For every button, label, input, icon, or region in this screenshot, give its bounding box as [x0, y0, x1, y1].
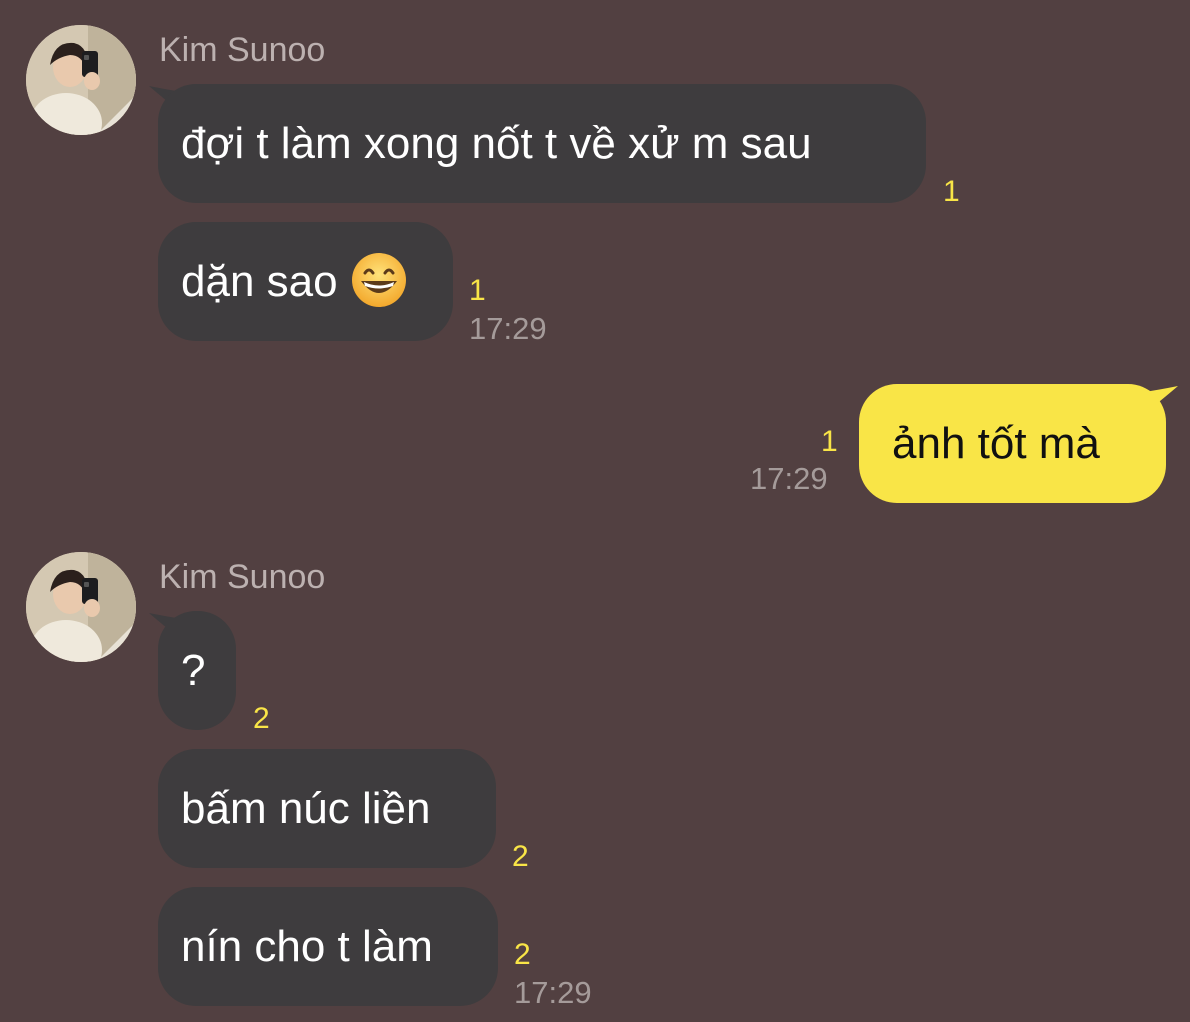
message-text: ảnh tốt mà [892, 419, 1100, 468]
unread-count: 1 [469, 274, 486, 307]
message-text: nín cho t làm [181, 922, 433, 971]
sender-name: Kim Sunoo [159, 31, 326, 69]
message-text: bấm núc liền [181, 784, 431, 833]
profile-photo-icon [26, 552, 136, 662]
unread-count: 1 [943, 175, 960, 208]
message-bubble[interactable]: dặn sao [158, 222, 453, 341]
sender-avatar[interactable] [26, 552, 136, 662]
message-text: đợi t làm xong nốt t về xử m sau [181, 119, 812, 168]
message-text: ? [181, 646, 206, 695]
message-bubble[interactable]: đợi t làm xong nốt t về xử m sau [158, 84, 926, 203]
message-bubble[interactable]: ảnh tốt mà [859, 384, 1166, 503]
unread-count: 1 [821, 425, 838, 458]
message-timestamp: 17:29 [469, 311, 547, 346]
unread-count: 2 [253, 702, 270, 735]
message-text: dặn sao [181, 257, 338, 306]
unread-count: 2 [512, 840, 529, 873]
message-bubble[interactable]: nín cho t làm [158, 887, 498, 1006]
message-timestamp: 17:29 [514, 975, 592, 1010]
message-timestamp: 17:29 [750, 461, 828, 496]
grinning-face-emoji-icon [351, 253, 406, 308]
message-bubble[interactable]: bấm núc liền [158, 749, 496, 868]
message-bubble[interactable]: ? [158, 611, 236, 730]
profile-photo-icon [26, 25, 136, 135]
sender-name: Kim Sunoo [159, 558, 326, 596]
unread-count: 2 [514, 938, 531, 971]
sender-avatar[interactable] [26, 25, 136, 135]
